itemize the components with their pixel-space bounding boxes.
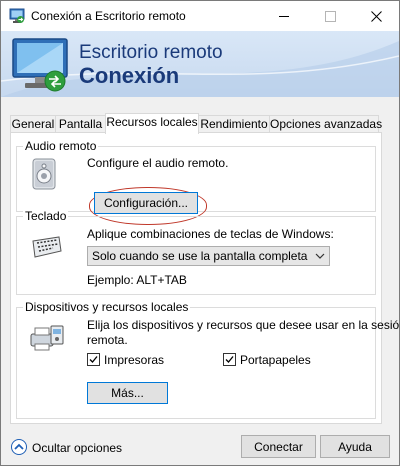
audio-config-button[interactable]: Configuración... bbox=[94, 192, 198, 214]
connect-button[interactable]: Conectar bbox=[241, 435, 316, 458]
banner: Escritorio remoto Conexión bbox=[1, 31, 399, 97]
tab-general[interactable]: General bbox=[10, 115, 56, 132]
tab-panel-recursos-locales: Audio remoto Configure el audio remoto. … bbox=[10, 132, 399, 424]
help-button[interactable]: Ayuda bbox=[320, 435, 390, 458]
close-button[interactable] bbox=[353, 1, 399, 31]
collapse-options-icon[interactable] bbox=[11, 439, 27, 455]
devices-description-line2: remota. bbox=[87, 333, 128, 347]
keyboard-mode-select[interactable]: Solo cuando se use la pantalla completa bbox=[87, 246, 330, 266]
close-icon bbox=[370, 10, 382, 22]
remote-desktop-icon bbox=[9, 8, 25, 23]
maximize-icon bbox=[324, 10, 336, 22]
audio-group: Audio remoto Configure el audio remoto. … bbox=[16, 139, 376, 225]
devices-icon bbox=[30, 325, 64, 351]
banner-title-line2: Conexión bbox=[79, 63, 180, 88]
audio-description: Configure el audio remoto. bbox=[87, 156, 229, 170]
tab-opciones-avanzadas[interactable]: Opciones avanzadas bbox=[269, 115, 382, 132]
printers-label: Impresoras bbox=[104, 353, 165, 367]
keyboard-example: Ejemplo: ALT+TAB bbox=[87, 273, 187, 287]
title-bar[interactable]: Conexión a Escritorio remoto bbox=[1, 1, 399, 31]
chevron-down-icon bbox=[315, 253, 325, 259]
hide-options-link[interactable]: Ocultar opciones bbox=[32, 441, 122, 455]
devices-group-label: Dispositivos y recursos locales bbox=[23, 300, 191, 314]
keyboard-group-label: Teclado bbox=[23, 209, 69, 223]
remote-desktop-monitor-icon bbox=[12, 38, 68, 92]
clipboard-checkbox[interactable] bbox=[223, 353, 236, 366]
devices-description-line1: Elija los dispositivos y recursos que de… bbox=[87, 318, 400, 332]
keyboard-description: Aplique combinaciones de teclas de Windo… bbox=[87, 227, 334, 241]
checkmark-icon bbox=[89, 356, 98, 363]
keyboard-group: Teclado Aplique combinaciones de teclas … bbox=[16, 209, 376, 295]
tab-rendimiento[interactable]: Rendimiento bbox=[198, 115, 270, 132]
keyboard-mode-selected: Solo cuando se use la pantalla completa bbox=[92, 249, 308, 263]
minimize-button[interactable] bbox=[261, 1, 307, 31]
banner-title-line1: Escritorio remoto bbox=[79, 42, 223, 63]
audio-group-label: Audio remoto bbox=[23, 139, 99, 153]
rdp-window: Conexión a Escritorio remoto Escritorio … bbox=[0, 0, 400, 466]
speaker-icon bbox=[32, 158, 56, 190]
more-devices-button[interactable]: Más... bbox=[87, 382, 168, 404]
checkmark-icon bbox=[225, 356, 234, 363]
keyboard-icon bbox=[32, 236, 62, 258]
tab-pantalla[interactable]: Pantalla bbox=[55, 115, 106, 132]
devices-group: Dispositivos y recursos locales Elija lo… bbox=[16, 300, 399, 419]
maximize-button[interactable] bbox=[307, 1, 353, 31]
clipboard-label: Portapapeles bbox=[240, 353, 311, 367]
tab-recursos-locales[interactable]: Recursos locales bbox=[105, 113, 199, 134]
window-title: Conexión a Escritorio remoto bbox=[31, 9, 186, 23]
minimize-icon bbox=[279, 15, 289, 17]
printers-checkbox[interactable] bbox=[87, 353, 100, 366]
